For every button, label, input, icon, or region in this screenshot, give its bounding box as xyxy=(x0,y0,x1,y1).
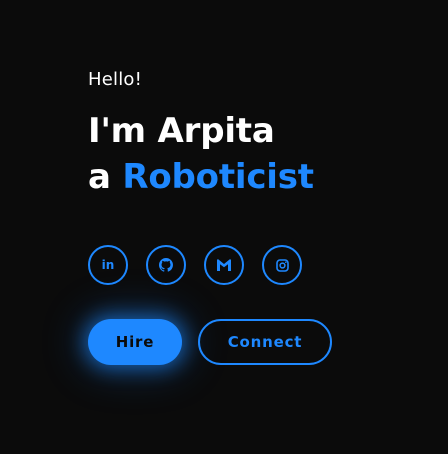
headline-role-prefix: a xyxy=(88,157,123,197)
linkedin-link[interactable]: in xyxy=(88,245,128,285)
hero-actions: Hire Connect xyxy=(88,319,332,365)
github-icon xyxy=(159,258,173,272)
social-links: in xyxy=(88,245,302,285)
instagram-icon xyxy=(275,258,289,272)
hero-section: Hello! I'm Arpita a Roboticist xyxy=(88,66,418,200)
github-link[interactable] xyxy=(146,245,186,285)
instagram-link[interactable] xyxy=(262,245,302,285)
headline-role-accent: Roboticist xyxy=(122,157,314,197)
connect-button[interactable]: Connect xyxy=(198,319,332,365)
gmail-link[interactable] xyxy=(204,245,244,285)
gmail-icon xyxy=(217,259,231,271)
linkedin-icon: in xyxy=(101,258,115,272)
headline-name: I'm Arpita xyxy=(88,111,275,151)
hire-button[interactable]: Hire xyxy=(88,319,182,365)
hero-headline: I'm Arpita a Roboticist xyxy=(88,108,418,200)
greeting-text: Hello! xyxy=(88,69,143,90)
headline-role: a Roboticist xyxy=(88,154,418,200)
